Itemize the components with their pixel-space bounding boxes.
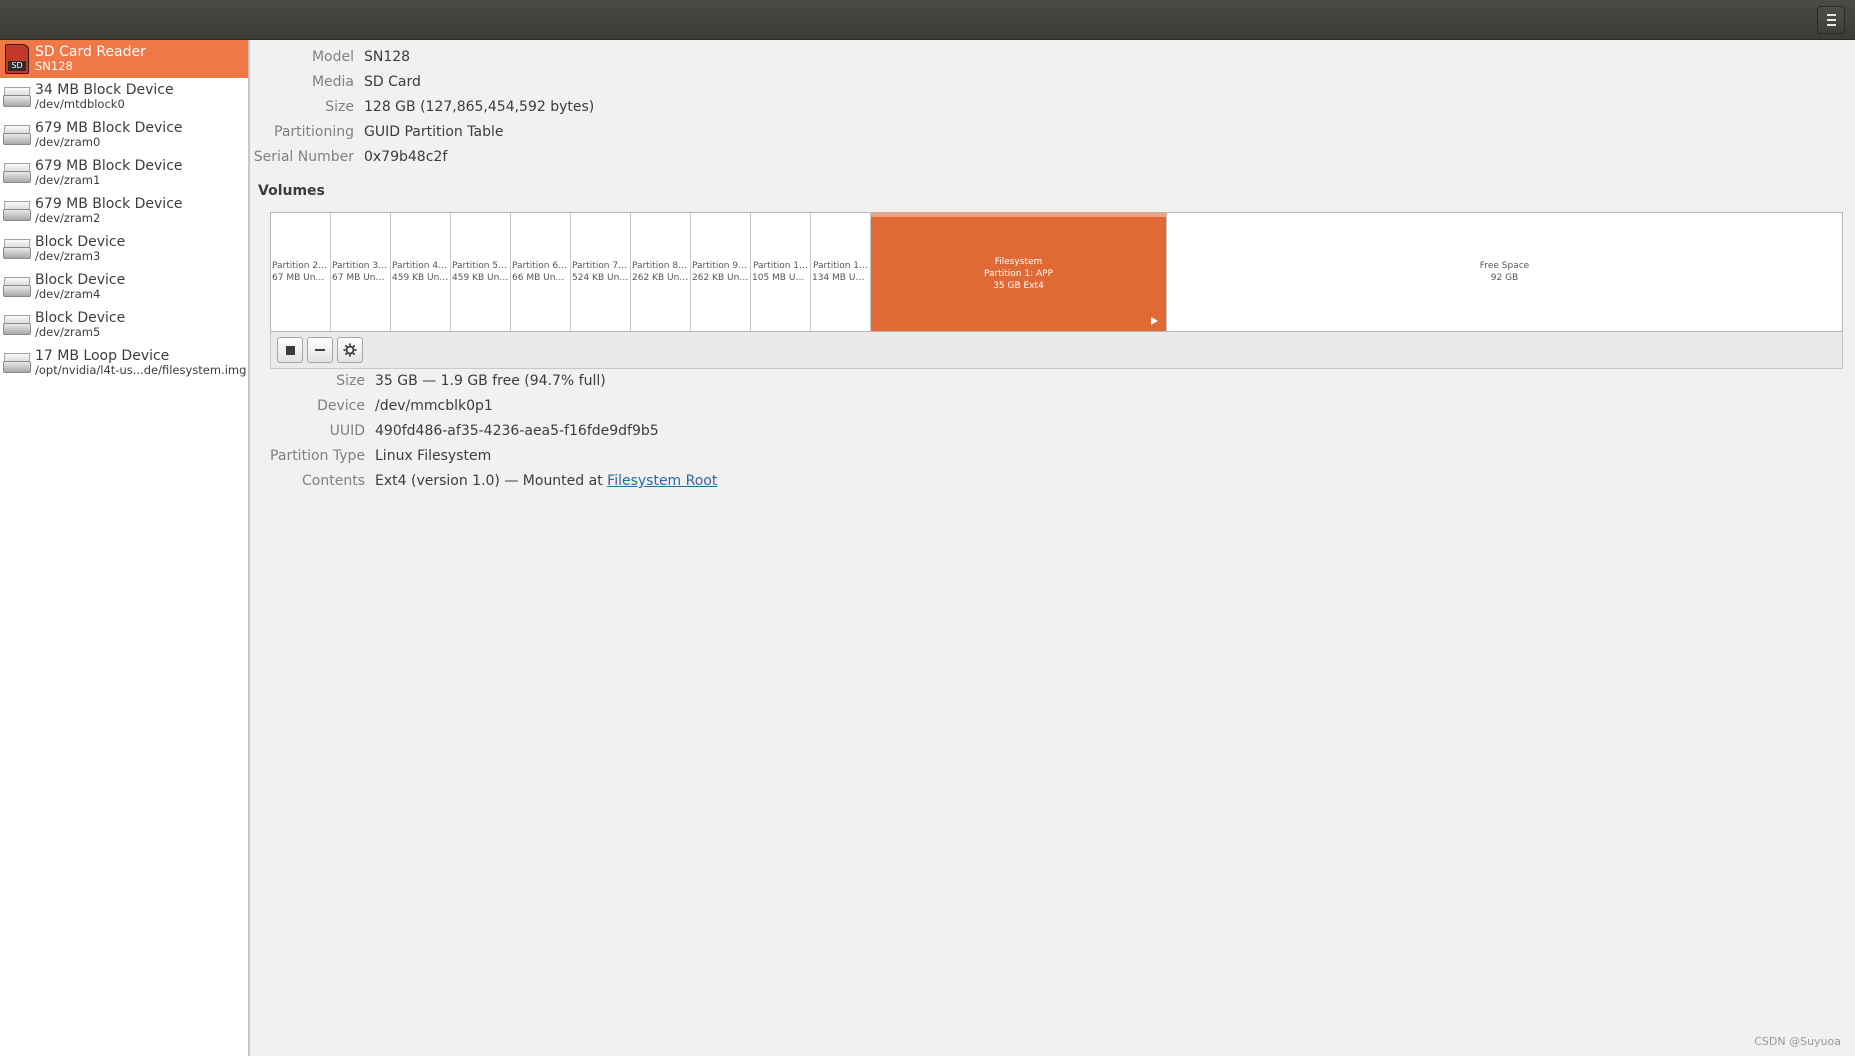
sidebar-item-zram4[interactable]: Block Device /dev/zram4 bbox=[0, 268, 248, 306]
sidebar-item-subtitle: /dev/mtdblock0 bbox=[35, 97, 125, 112]
sidebar-item-title: 679 MB Block Device bbox=[35, 119, 183, 136]
partition-block[interactable]: Partition 8: … 262 KB Unk… bbox=[631, 213, 691, 331]
uuid-label: UUID bbox=[329, 423, 365, 439]
sidebar-item-mtdblock0[interactable]: 34 MB Block Device /dev/mtdblock0 bbox=[0, 78, 248, 116]
disk-icon bbox=[3, 313, 31, 337]
partition-block[interactable]: Partition 6: … 66 MB Unkn… bbox=[511, 213, 571, 331]
disk-icon bbox=[3, 123, 31, 147]
contents-text: Ext4 (version 1.0) — Mounted at bbox=[375, 473, 608, 489]
volume-partition-type-row: Partition Type Linux Filesystem bbox=[252, 448, 491, 464]
drive-serial-row: Serial Number 0x79b48c2f bbox=[252, 149, 448, 165]
sidebar-item-loop-device[interactable]: 17 MB Loop Device /opt/nvidia/l4t-us...d… bbox=[0, 344, 248, 382]
media-label: Media bbox=[311, 74, 354, 90]
volume-size-row: Size 35 GB — 1.9 GB free (94.7% full) bbox=[252, 373, 606, 389]
contents-label: Contents bbox=[302, 473, 365, 489]
sidebar-item-title: SD Card Reader bbox=[35, 43, 146, 60]
sidebar-item-subtitle: /dev/zram1 bbox=[35, 173, 101, 188]
partition-type-value: Linux Filesystem bbox=[375, 448, 492, 464]
media-value: SD Card bbox=[364, 74, 421, 90]
sidebar-item-title: Block Device bbox=[35, 271, 126, 288]
sidebar-item-subtitle: /dev/zram5 bbox=[35, 325, 101, 340]
partition-block[interactable]: Partition 2: … 67 MB Unkn… bbox=[271, 213, 331, 331]
stop-icon bbox=[285, 345, 295, 355]
delete-partition-button[interactable] bbox=[307, 337, 333, 363]
drive-model-row: Model SN128 bbox=[252, 49, 410, 65]
partitioning-value: GUID Partition Table bbox=[364, 124, 504, 140]
device-label: Device bbox=[317, 398, 365, 414]
size-value: 128 GB (127,865,454,592 bytes) bbox=[364, 99, 595, 115]
sidebar-item-title: Block Device bbox=[35, 233, 126, 250]
sd-card-icon: SD bbox=[5, 44, 29, 74]
disk-icon bbox=[3, 161, 31, 185]
device-sidebar: SD SD Card Reader SN128 34 MB Block Devi… bbox=[0, 40, 250, 1056]
partition-block[interactable]: Partition 4: … 459 KB Unk… bbox=[391, 213, 451, 331]
sidebar-item-subtitle: /dev/zram2 bbox=[35, 211, 101, 226]
serial-value: 0x79b48c2f bbox=[364, 149, 448, 165]
device-value: /dev/mmcblk0p1 bbox=[375, 398, 493, 414]
volume-size-label: Size bbox=[336, 373, 365, 389]
gear-icon bbox=[343, 343, 357, 357]
partition-block[interactable]: Partition 5: … 459 KB Unk… bbox=[451, 213, 511, 331]
header-bar bbox=[0, 0, 1855, 40]
sidebar-item-zram3[interactable]: Block Device /dev/zram3 bbox=[0, 230, 248, 268]
disk-icon bbox=[3, 237, 31, 261]
drive-media-row: Media SD Card bbox=[252, 74, 421, 90]
uuid-value: 490fd486-af35-4236-aea5-f16fde9df9b5 bbox=[375, 423, 659, 439]
hamburger-menu-icon[interactable] bbox=[1817, 6, 1845, 34]
sidebar-item-subtitle: /dev/zram0 bbox=[35, 135, 101, 150]
sidebar-item-title: 17 MB Loop Device bbox=[35, 347, 170, 364]
partition-settings-button[interactable] bbox=[337, 337, 363, 363]
disk-icon bbox=[3, 199, 31, 223]
partition-block[interactable]: Partition 1… 105 MB Unk… bbox=[751, 213, 811, 331]
sidebar-item-zram0[interactable]: 679 MB Block Device /dev/zram0 bbox=[0, 116, 248, 154]
volume-device-row: Device /dev/mmcblk0p1 bbox=[252, 398, 493, 414]
partition-type-label: Partition Type bbox=[270, 448, 365, 464]
disk-icon bbox=[3, 351, 31, 375]
sidebar-item-title: Block Device bbox=[35, 309, 126, 326]
partition-block[interactable]: Partition 7: … 524 KB Unk… bbox=[571, 213, 631, 331]
size-label: Size bbox=[325, 99, 354, 115]
sidebar-item-title: 679 MB Block Device bbox=[35, 195, 183, 212]
disk-icon bbox=[3, 275, 31, 299]
selected-partition-app[interactable]: Filesystem Partition 1: APP 35 GB Ext4 bbox=[871, 213, 1167, 331]
sidebar-item-title: 679 MB Block Device bbox=[35, 157, 183, 174]
minus-icon bbox=[315, 349, 325, 351]
partitioning-label: Partitioning bbox=[274, 124, 354, 140]
drive-partitioning-row: Partitioning GUID Partition Table bbox=[252, 124, 503, 140]
sidebar-item-zram2[interactable]: 679 MB Block Device /dev/zram2 bbox=[0, 192, 248, 230]
volume-contents-row: Contents Ext4 (version 1.0) — Mounted at… bbox=[252, 473, 717, 489]
free-space-block[interactable]: Free Space 92 GB bbox=[1167, 213, 1842, 331]
sidebar-item-subtitle: /dev/zram4 bbox=[35, 287, 101, 302]
sidebar-item-zram5[interactable]: Block Device /dev/zram5 bbox=[0, 306, 248, 344]
sidebar-item-subtitle: /opt/nvidia/l4t-us...de/filesystem.img bbox=[35, 363, 247, 378]
sidebar-item-title: 34 MB Block Device bbox=[35, 81, 174, 98]
volume-toolbar bbox=[270, 332, 1843, 369]
drive-size-row: Size 128 GB (127,865,454,592 bytes) bbox=[252, 99, 594, 115]
volume-uuid-row: UUID 490fd486-af35-4236-aea5-f16fde9df9b… bbox=[252, 423, 659, 439]
expand-arrow-icon[interactable] bbox=[1151, 317, 1158, 325]
partition-block[interactable]: Partition 9: … 262 KB Unk… bbox=[691, 213, 751, 331]
volumes-heading: Volumes bbox=[258, 183, 325, 199]
filesystem-root-link[interactable]: Filesystem Root bbox=[607, 473, 717, 489]
serial-label: Serial Number bbox=[253, 149, 354, 165]
sidebar-item-zram1[interactable]: 679 MB Block Device /dev/zram1 bbox=[0, 154, 248, 192]
sidebar-item-subtitle: /dev/zram3 bbox=[35, 249, 101, 264]
partition-block[interactable]: Partition 3: … 67 MB Unkn… bbox=[331, 213, 391, 331]
sidebar-item-sd-card-reader[interactable]: SD SD Card Reader SN128 bbox=[0, 40, 248, 78]
sidebar-item-subtitle: SN128 bbox=[35, 59, 73, 74]
volume-map: Partition 2: … 67 MB Unkn… Partition 3: …… bbox=[270, 212, 1843, 332]
unmount-button[interactable] bbox=[277, 337, 303, 363]
model-value: SN128 bbox=[364, 49, 411, 65]
model-label: Model bbox=[311, 49, 354, 65]
watermark: CSDN @Suyuoa bbox=[1754, 1035, 1841, 1048]
partition-block[interactable]: Partition 1… 134 MB Unk… bbox=[811, 213, 871, 331]
main-panel: Model SN128 Media SD Card Size 128 GB (1… bbox=[252, 40, 1855, 1056]
volume-size-value: 35 GB — 1.9 GB free (94.7% full) bbox=[375, 373, 606, 389]
contents-value: Ext4 (version 1.0) — Mounted at Filesyst… bbox=[375, 473, 717, 489]
disk-icon bbox=[3, 85, 31, 109]
